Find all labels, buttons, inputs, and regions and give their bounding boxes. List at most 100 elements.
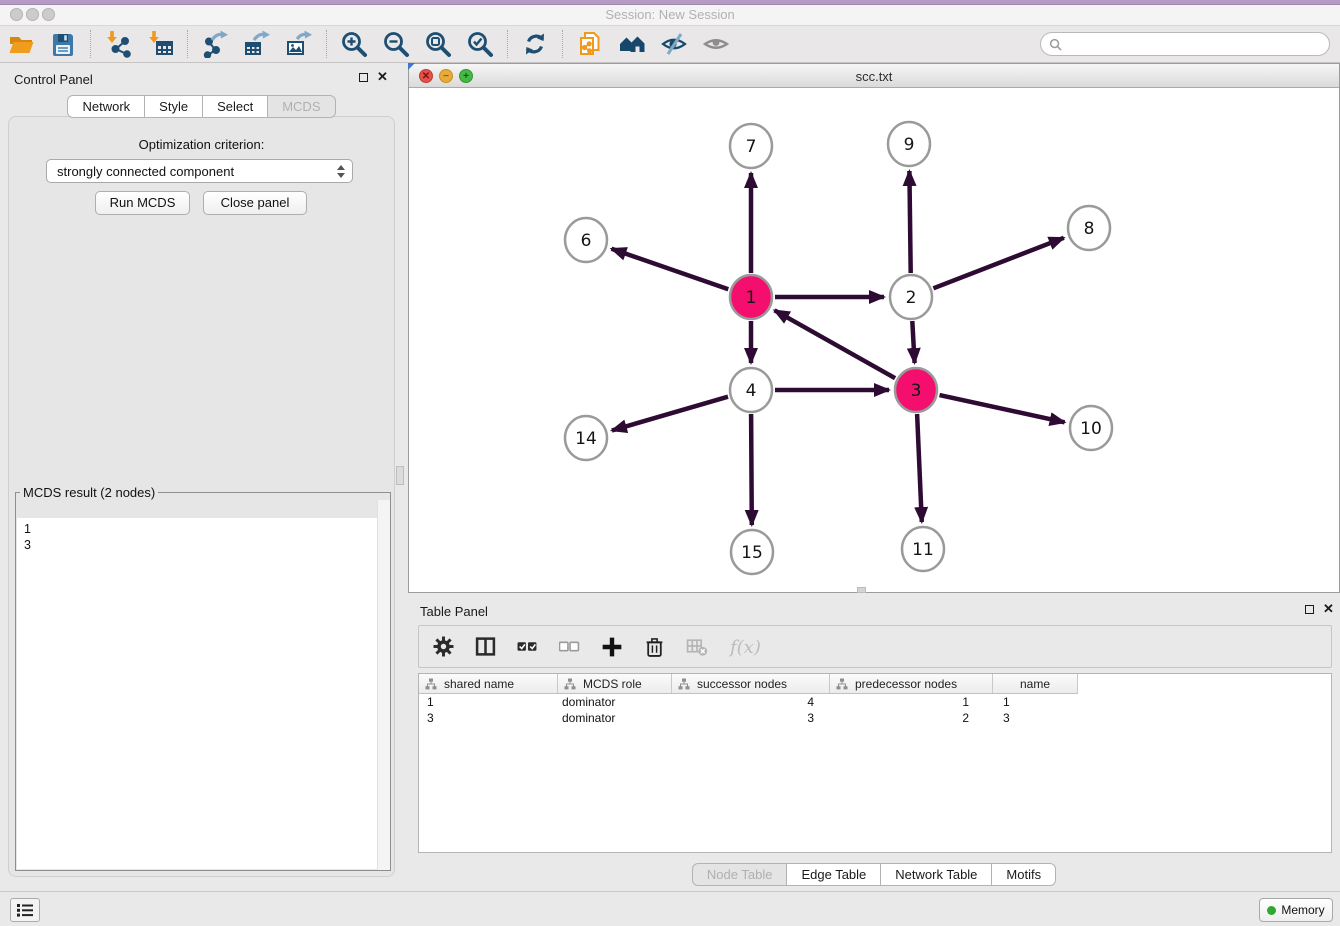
column-header-label: successor nodes: [697, 677, 787, 691]
copy-network-document-icon[interactable]: [576, 30, 604, 58]
search-box: [1040, 32, 1330, 56]
table-row[interactable]: 3dominator323: [419, 710, 1331, 726]
close-panel-icon[interactable]: ✕: [377, 69, 388, 85]
node-label-3: 3: [911, 381, 922, 401]
show-all-eye-icon[interactable]: [702, 30, 730, 58]
column-header-successor-nodes[interactable]: successor nodes: [672, 674, 830, 693]
cell[interactable]: 3: [672, 710, 830, 726]
network-canvas[interactable]: 7968124314101511: [409, 88, 1339, 592]
tab-motifs[interactable]: Motifs: [991, 863, 1056, 886]
network-graph[interactable]: 7968124314101511: [409, 88, 1339, 592]
tab-mcds[interactable]: MCDS: [267, 95, 335, 118]
tab-network-table[interactable]: Network Table: [880, 863, 992, 886]
edge-3-11[interactable]: [917, 414, 922, 522]
function-builder-icon-disabled: f(x): [729, 635, 771, 659]
save-session-icon[interactable]: [49, 30, 77, 58]
tab-select[interactable]: Select: [202, 95, 268, 118]
export-network-icon[interactable]: [201, 30, 229, 58]
tab-edge-table[interactable]: Edge Table: [786, 863, 881, 886]
table-toolbar: f(x): [418, 625, 1332, 668]
float-table-panel-icon[interactable]: [1305, 605, 1314, 614]
edge-2-3[interactable]: [912, 321, 914, 363]
zoom-selected-icon[interactable]: [466, 30, 494, 58]
mcds-result-list[interactable]: 13: [17, 518, 389, 869]
column-header-mcds-role[interactable]: MCDS role: [558, 674, 672, 693]
tab-network[interactable]: Network: [67, 95, 145, 118]
mcds-result-line: 3: [24, 537, 389, 553]
mcds-result-line: 1: [24, 521, 389, 537]
column-header-label: MCDS role: [583, 677, 642, 691]
memory-button[interactable]: Memory: [1259, 898, 1333, 922]
import-table-icon[interactable]: [146, 30, 174, 58]
edge-4-14[interactable]: [612, 397, 728, 431]
refresh-icon[interactable]: [521, 30, 549, 58]
result-scrollbar[interactable]: [377, 500, 390, 870]
fit-content-icon[interactable]: [424, 30, 452, 58]
cell[interactable]: 1: [993, 694, 1078, 710]
table-panel-title: Table Panel: [420, 604, 488, 619]
column-header-shared-name[interactable]: shared name: [419, 674, 558, 693]
close-panel-button[interactable]: Close panel: [203, 191, 307, 215]
memory-label: Memory: [1281, 903, 1324, 917]
run-mcds-button[interactable]: Run MCDS: [95, 191, 190, 215]
export-image-icon[interactable]: [285, 30, 313, 58]
node-table[interactable]: shared name MCDS role successor nodes prede…: [418, 673, 1332, 853]
titlebar-accent-strip: [0, 0, 1340, 5]
table-row[interactable]: 1dominator411: [419, 694, 1331, 710]
edge-2-9[interactable]: [909, 171, 910, 273]
control-panel-tabs: NetworkStyleSelectMCDS: [0, 95, 403, 118]
cell[interactable]: 1: [419, 694, 558, 710]
cell[interactable]: 3: [993, 710, 1078, 726]
toolbar-separator: [187, 30, 188, 58]
panel-splitter-handle[interactable]: [396, 466, 404, 485]
float-panel-icon[interactable]: [359, 73, 368, 82]
zoom-in-icon[interactable]: [340, 30, 368, 58]
cell[interactable]: 2: [830, 710, 993, 726]
cell[interactable]: 3: [419, 710, 558, 726]
select-all-checkboxes-icon[interactable]: [517, 636, 538, 657]
export-table-icon[interactable]: [243, 30, 271, 58]
network-window-titlebar[interactable]: ✕ − + scc.txt: [409, 64, 1339, 88]
mcds-tab-content: Optimization criterion: strongly connect…: [8, 116, 395, 877]
column-header-label: predecessor nodes: [855, 677, 957, 691]
mcds-result-title: MCDS result (2 nodes): [20, 485, 158, 500]
node-label-14: 14: [575, 429, 597, 449]
edge-4-15[interactable]: [751, 414, 752, 525]
edge-1-6[interactable]: [612, 249, 729, 289]
optimization-dropdown[interactable]: strongly connected component: [46, 159, 353, 183]
cell[interactable]: 4: [672, 694, 830, 710]
table-header-row: shared name MCDS role successor nodes prede…: [419, 674, 1078, 694]
edge-2-8[interactable]: [933, 238, 1063, 288]
clear-checkboxes-icon[interactable]: [559, 636, 580, 657]
home-icon[interactable]: [618, 30, 646, 58]
main-toolbar: [0, 26, 1340, 63]
close-table-panel-icon[interactable]: ✕: [1323, 601, 1334, 617]
task-history-button[interactable]: [10, 898, 40, 922]
column-header-name[interactable]: name: [993, 674, 1078, 693]
cell[interactable]: dominator: [558, 694, 672, 710]
hide-selected-eye-slash-icon[interactable]: [660, 30, 688, 58]
toggle-columns-icon[interactable]: [475, 636, 496, 657]
toolbar-separator: [507, 30, 508, 58]
column-header-label: shared name: [444, 677, 514, 691]
tab-node-table[interactable]: Node Table: [692, 863, 788, 886]
window-resize-grip[interactable]: [857, 587, 866, 593]
open-session-icon[interactable]: [7, 30, 35, 58]
edge-3-10[interactable]: [940, 395, 1065, 422]
settings-gear-icon[interactable]: [433, 636, 454, 657]
zoom-out-icon[interactable]: [382, 30, 410, 58]
cell[interactable]: dominator: [558, 710, 672, 726]
search-input[interactable]: [1062, 35, 1329, 53]
mac-titlebar: Session: New Session: [0, 0, 1340, 26]
tab-style[interactable]: Style: [144, 95, 203, 118]
delete-row-trash-icon[interactable]: [644, 636, 665, 657]
edge-3-1[interactable]: [775, 310, 896, 378]
network-title: scc.txt: [409, 69, 1339, 84]
optimization-dropdown-value: strongly connected component: [57, 164, 336, 179]
window-focus-corner: [408, 63, 415, 70]
cell[interactable]: 1: [830, 694, 993, 710]
column-header-predecessor-nodes[interactable]: predecessor nodes: [830, 674, 993, 693]
import-network-icon[interactable]: [104, 30, 132, 58]
add-row-icon[interactable]: [601, 636, 623, 658]
session-title: Session: New Session: [0, 7, 1340, 22]
